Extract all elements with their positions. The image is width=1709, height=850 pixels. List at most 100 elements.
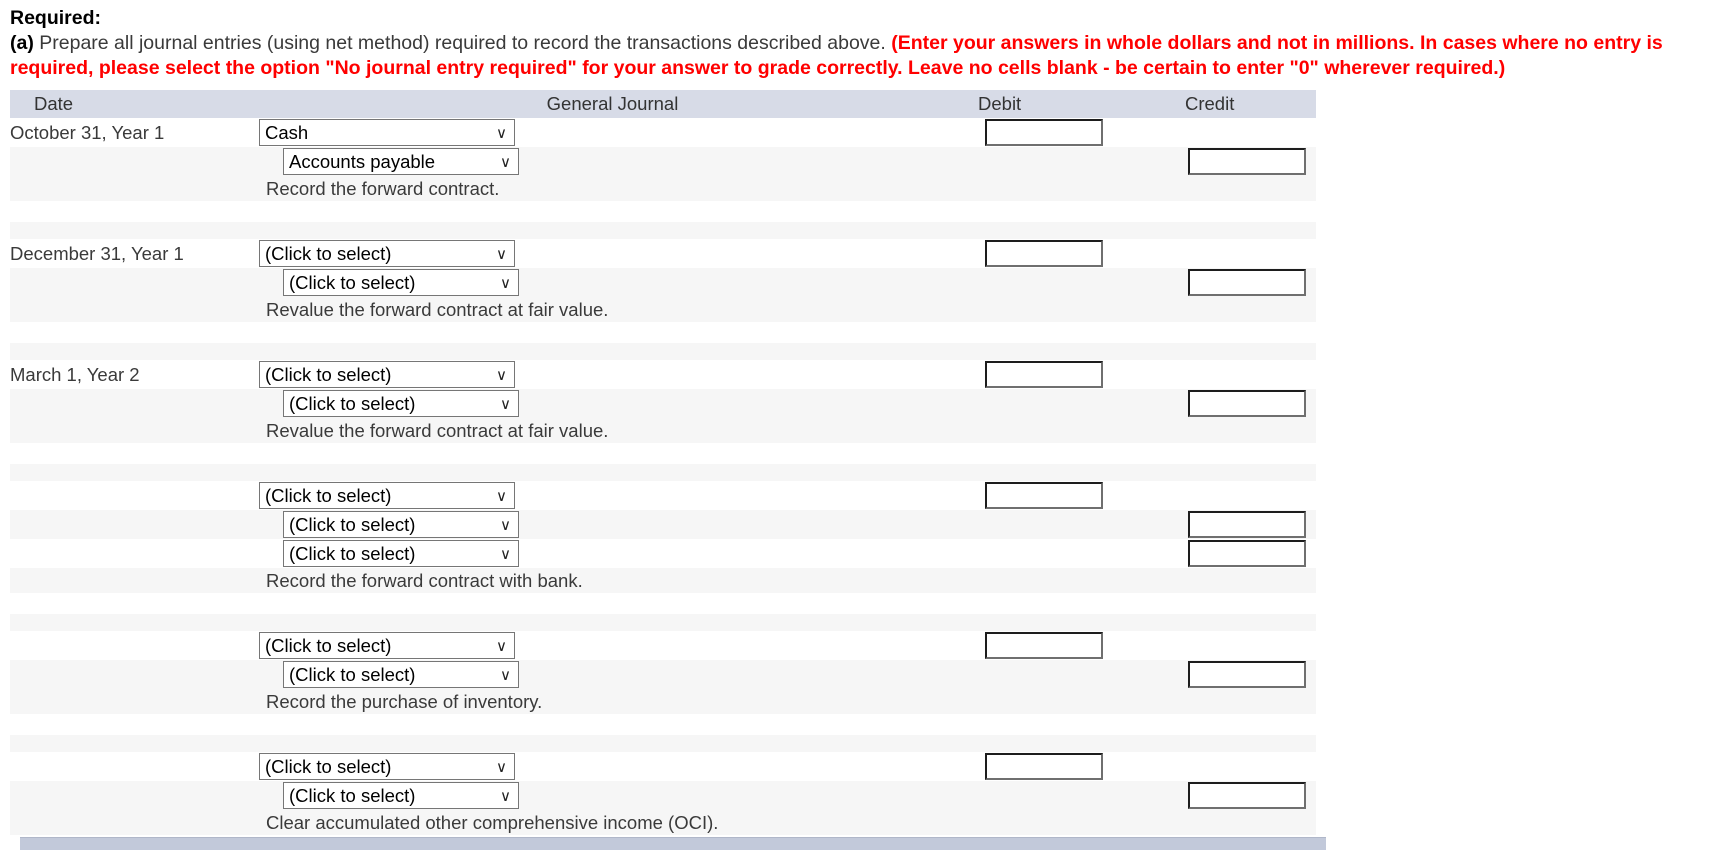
amount-input-debit-0[interactable]	[985, 119, 1103, 146]
credit-amount-cell-4	[1155, 660, 1316, 689]
journal-row-debit-5: (Click to select) ∨	[10, 752, 1316, 781]
table-head: Date General Journal Debit Credit	[10, 90, 1316, 118]
spacer-cell-alt-3	[10, 614, 1316, 631]
entry-date-blank-0	[10, 147, 255, 176]
amount-input-debit-4[interactable]	[985, 632, 1103, 659]
amount-input-credit-0[interactable]	[1188, 148, 1306, 175]
column-header-date: Date	[10, 90, 255, 118]
account-select-label: (Click to select)	[289, 543, 416, 564]
journal-row-credit-5: (Click to select) ∨	[10, 781, 1316, 810]
amount-input-credit2-3[interactable]	[1188, 540, 1306, 567]
memo-cell-4: Record the purchase of inventory.	[10, 689, 1316, 714]
chevron-down-icon: ∨	[500, 274, 511, 292]
entry-date-4	[10, 631, 255, 660]
account-select-label: Cash	[265, 122, 309, 143]
journal-row-credit-3: (Click to select) ∨	[10, 510, 1316, 539]
spacer-cell-alt-2	[10, 464, 1316, 481]
credit-amount-cell2-3	[1155, 539, 1316, 568]
part-text: Prepare all journal entries (using net m…	[33, 32, 892, 54]
account-select-label: (Click to select)	[289, 664, 416, 685]
amount-input-credit-3[interactable]	[1188, 511, 1306, 538]
journal-row-debit-3: (Click to select) ∨	[10, 481, 1316, 510]
credit-cell-empty-1	[1155, 239, 1316, 268]
account-select-credit-5[interactable]: (Click to select) ∨	[283, 782, 519, 809]
journal-cell-credit-4: (Click to select) ∨	[255, 660, 970, 689]
amount-input-debit-2[interactable]	[985, 361, 1103, 388]
debit-cell-empty-1	[970, 268, 1155, 297]
journal-row-spacer-white-1	[10, 322, 1316, 343]
account-select-label: (Click to select)	[289, 785, 416, 806]
journal-row-spacer-alt-1	[10, 343, 1316, 360]
entry-memo-1: Revalue the forward contract at fair val…	[266, 298, 609, 320]
account-select-debit-5[interactable]: (Click to select) ∨	[259, 753, 515, 780]
account-select-debit-3[interactable]: (Click to select) ∨	[259, 482, 515, 509]
account-select-debit-0[interactable]: Cash ∨	[259, 119, 515, 146]
account-select-credit2-3[interactable]: (Click to select) ∨	[283, 540, 519, 567]
amount-input-debit-5[interactable]	[985, 753, 1103, 780]
account-select-debit-2[interactable]: (Click to select) ∨	[259, 361, 515, 388]
column-header-general-journal: General Journal	[255, 90, 970, 118]
amount-input-credit-1[interactable]	[1188, 269, 1306, 296]
chevron-down-icon: ∨	[496, 487, 507, 505]
journal-row-spacer-white-2	[10, 443, 1316, 464]
journal-row-credit2-3: (Click to select) ∨	[10, 539, 1316, 568]
amount-input-debit-3[interactable]	[985, 482, 1103, 509]
debit-cell-empty-3	[970, 510, 1155, 539]
debit-cell-1	[970, 239, 1155, 268]
journal-row-spacer-alt-3	[10, 614, 1316, 631]
credit-cell-empty-2	[1155, 360, 1316, 389]
account-select-label: (Click to select)	[265, 485, 392, 506]
entry-memo-0: Record the forward contract.	[266, 177, 500, 199]
journal-row-memo-3: Record the forward contract with bank.	[10, 568, 1316, 593]
journal-cell-debit-3: (Click to select) ∨	[255, 481, 970, 510]
account-select-label: (Click to select)	[265, 243, 392, 264]
account-select-credit-4[interactable]: (Click to select) ∨	[283, 661, 519, 688]
debit-cell-empty-2	[970, 389, 1155, 418]
entry-date-blank-5	[10, 781, 255, 810]
account-select-debit-4[interactable]: (Click to select) ∨	[259, 632, 515, 659]
spacer-cell-alt-0	[10, 222, 1316, 239]
column-header-credit: Credit	[1155, 90, 1316, 118]
table-footer-bar	[20, 837, 1326, 850]
journal-row-memo-4: Record the purchase of inventory.	[10, 689, 1316, 714]
chevron-down-icon: ∨	[496, 124, 507, 142]
amount-input-credit-4[interactable]	[1188, 661, 1306, 688]
debit-cell-3	[970, 481, 1155, 510]
account-select-label: (Click to select)	[289, 514, 416, 535]
account-select-label: (Click to select)	[265, 364, 392, 385]
account-select-label: (Click to select)	[265, 635, 392, 656]
amount-input-credit-2[interactable]	[1188, 390, 1306, 417]
journal-cell-debit-5: (Click to select) ∨	[255, 752, 970, 781]
amount-input-credit-5[interactable]	[1188, 782, 1306, 809]
journal-row-spacer-alt-2	[10, 464, 1316, 481]
journal-row-credit-2: (Click to select) ∨	[10, 389, 1316, 418]
table-body: October 31, Year 1 Cash ∨ Accounts payable ∨…	[10, 118, 1316, 835]
entry-date-3	[10, 481, 255, 510]
part-label: (a)	[10, 32, 34, 54]
chevron-down-icon: ∨	[496, 366, 507, 384]
credit-amount-cell-2	[1155, 389, 1316, 418]
credit-cell-empty-3	[1155, 481, 1316, 510]
journal-row-credit-1: (Click to select) ∨	[10, 268, 1316, 297]
chevron-down-icon: ∨	[496, 637, 507, 655]
account-select-credit-0[interactable]: Accounts payable ∨	[283, 148, 519, 175]
credit-cell-empty-4	[1155, 631, 1316, 660]
debit-cell-empty-0	[970, 147, 1155, 176]
spacer-cell-white-3	[10, 593, 1316, 614]
journal-cell-credit-3: (Click to select) ∨	[255, 510, 970, 539]
entry-memo-2: Revalue the forward contract at fair val…	[266, 419, 609, 441]
spacer-cell-white-4	[10, 714, 1316, 735]
journal-cell-credit-5: (Click to select) ∨	[255, 781, 970, 810]
journal-row-memo-0: Record the forward contract.	[10, 176, 1316, 201]
spacer-cell-alt-1	[10, 343, 1316, 360]
journal-row-debit-2: March 1, Year 2 (Click to select) ∨	[10, 360, 1316, 389]
journal-row-spacer-white-3	[10, 593, 1316, 614]
account-select-credit-1[interactable]: (Click to select) ∨	[283, 269, 519, 296]
entry-memo-5: Clear accumulated other comprehensive in…	[266, 811, 719, 833]
account-select-credit-3[interactable]: (Click to select) ∨	[283, 511, 519, 538]
account-select-credit-2[interactable]: (Click to select) ∨	[283, 390, 519, 417]
account-select-debit-1[interactable]: (Click to select) ∨	[259, 240, 515, 267]
chevron-down-icon: ∨	[496, 758, 507, 776]
credit-amount-cell-0	[1155, 147, 1316, 176]
amount-input-debit-1[interactable]	[985, 240, 1103, 267]
